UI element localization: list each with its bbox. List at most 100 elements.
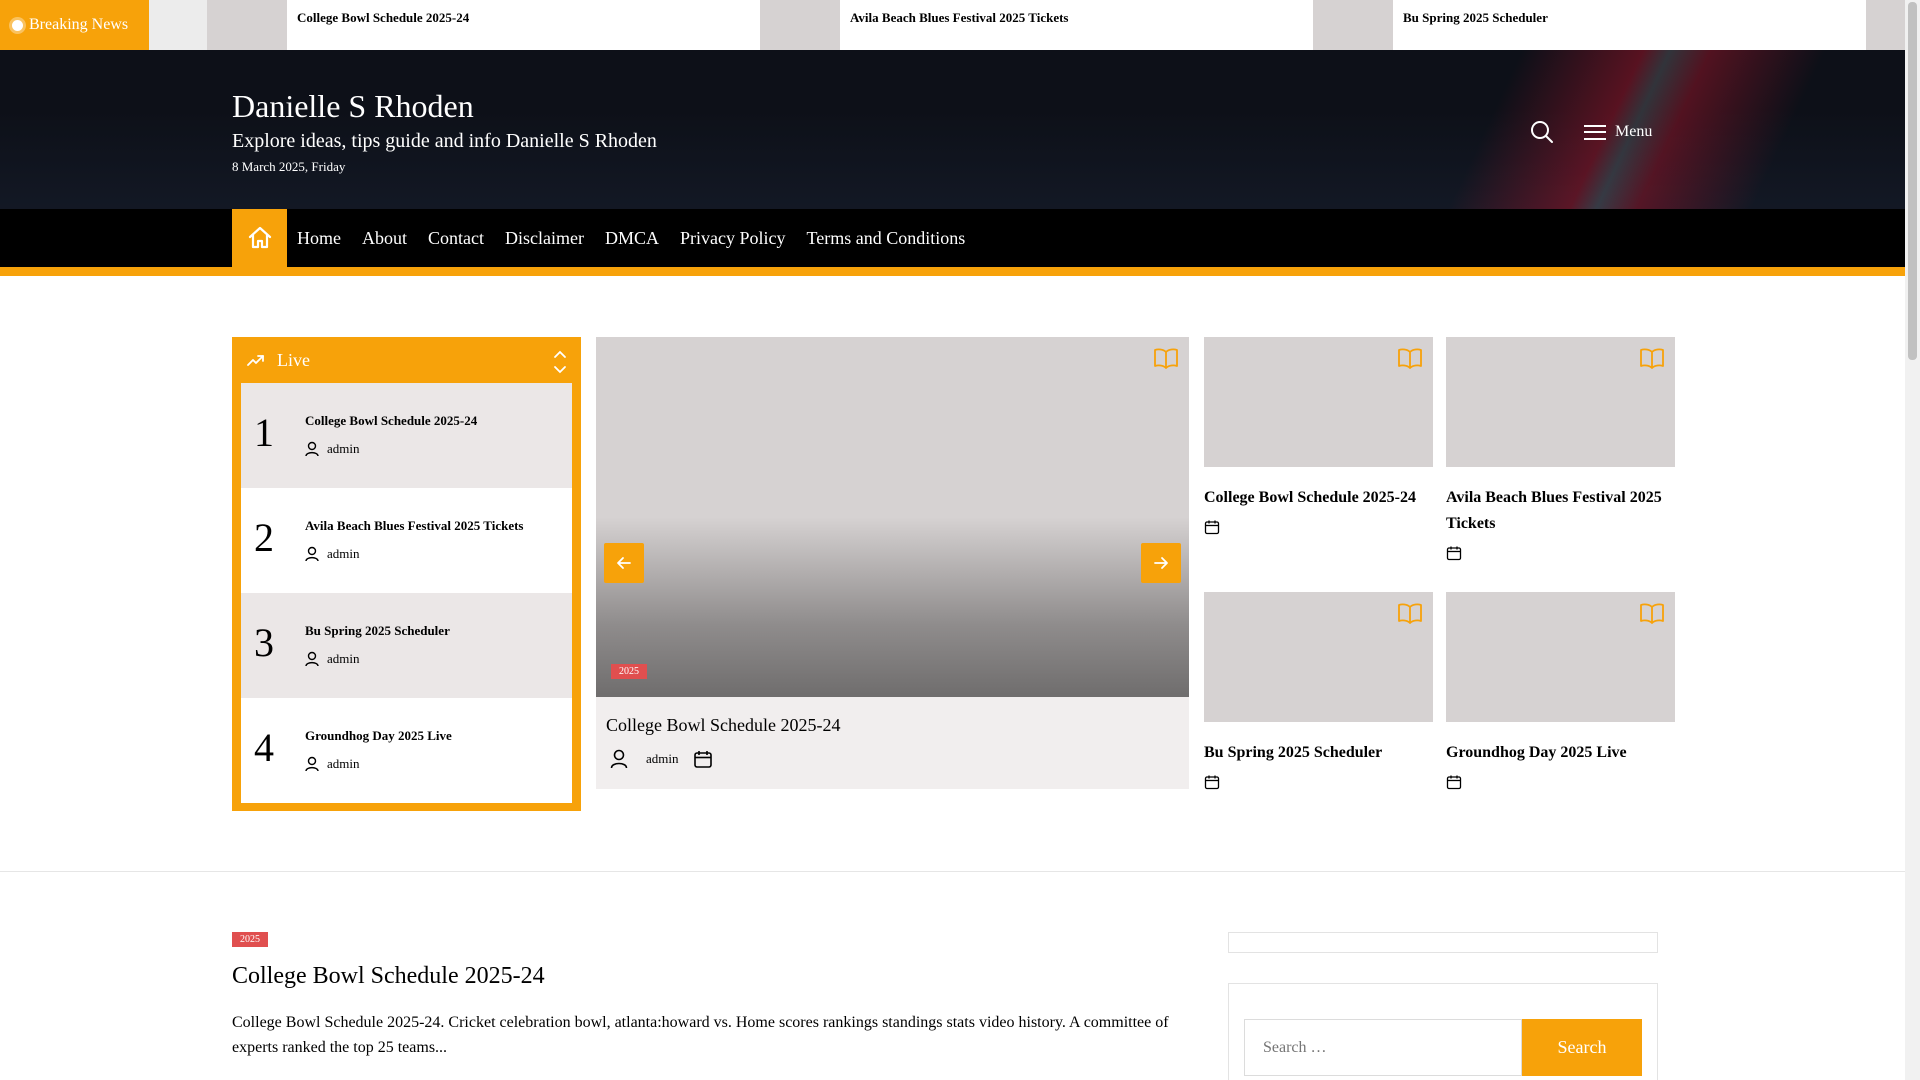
chevron-up-down-icon[interactable] xyxy=(552,349,568,375)
user-icon xyxy=(305,546,319,562)
ticker-item-title[interactable]: College Bowl Schedule 2025-24 xyxy=(297,10,469,26)
post-card-title[interactable]: Avila Beach Blues Festival 2025 Tickets xyxy=(1446,485,1675,537)
post-card-title[interactable]: Groundhog Day 2025 Live xyxy=(1446,740,1675,766)
hamburger-icon xyxy=(1584,124,1606,140)
home-icon xyxy=(248,226,271,249)
article-title[interactable]: College Bowl Schedule 2025-24 xyxy=(232,963,545,990)
list-item[interactable]: 3 Bu Spring 2025 Scheduler admin xyxy=(241,593,572,698)
list-item[interactable]: 2 Avila Beach Blues Festival 2025 Ticket… xyxy=(241,488,572,593)
live-item-title[interactable]: Avila Beach Blues Festival 2025 Tickets xyxy=(305,518,523,534)
live-panel: Live 1 College Bowl Schedule 2025-24 adm… xyxy=(232,337,581,811)
slider-next-button[interactable] xyxy=(1141,543,1181,583)
live-item-number: 4 xyxy=(254,725,274,770)
live-item-title[interactable]: Bu Spring 2025 Scheduler xyxy=(305,623,450,639)
menu-button[interactable]: Menu xyxy=(1584,120,1652,144)
featured-image[interactable] xyxy=(596,337,1189,697)
book-open-icon xyxy=(1640,603,1664,624)
arrow-left-icon xyxy=(617,557,631,569)
post-card-date xyxy=(1446,545,1675,566)
user-icon xyxy=(305,651,319,667)
user-icon xyxy=(610,749,628,769)
scrollbar-thumb[interactable] xyxy=(1908,2,1917,360)
ticker-thumbnail[interactable] xyxy=(1866,0,1905,50)
calendar-icon xyxy=(1446,775,1462,790)
post-card: Bu Spring 2025 Scheduler xyxy=(1204,592,1433,795)
live-item-number: 3 xyxy=(254,620,274,665)
post-card-date xyxy=(1204,774,1433,795)
post-card-date xyxy=(1204,519,1433,540)
ticker-thumbnail[interactable] xyxy=(1313,0,1393,50)
site-title[interactable]: Danielle S Rhoden xyxy=(232,88,474,125)
live-item-title[interactable]: College Bowl Schedule 2025-24 xyxy=(305,413,477,429)
search-button[interactable]: Search xyxy=(1522,1019,1642,1076)
calendar-icon xyxy=(1446,546,1462,561)
live-item-author[interactable]: admin xyxy=(305,546,360,562)
nav-item-contact[interactable]: Contact xyxy=(428,228,484,249)
arrow-right-icon xyxy=(1154,557,1168,569)
post-card-image[interactable] xyxy=(1446,337,1675,467)
header-search-button[interactable] xyxy=(1528,118,1556,146)
live-item-author[interactable]: admin xyxy=(305,756,360,772)
nav-item-dmca[interactable]: DMCA xyxy=(605,228,659,249)
read-later-button[interactable] xyxy=(1397,602,1423,629)
live-panel-scroll-controls[interactable] xyxy=(552,349,568,375)
featured-author[interactable]: admin xyxy=(646,751,679,767)
live-item-author[interactable]: admin xyxy=(305,441,360,457)
calendar-icon xyxy=(1204,520,1220,535)
sidebar-widget xyxy=(1228,932,1658,953)
article-excerpt: College Bowl Schedule 2025-24. Cricket c… xyxy=(232,1014,1169,1056)
live-item-number: 2 xyxy=(254,515,274,560)
nav-accent-bar xyxy=(0,267,1905,276)
nav-item-home[interactable]: Home xyxy=(297,228,341,249)
live-panel-title: Live xyxy=(277,349,310,370)
featured-slider: 2025 College Bowl Schedule 2025-24 admin xyxy=(596,337,1189,789)
book-open-icon xyxy=(1154,348,1178,369)
read-later-button[interactable] xyxy=(1639,347,1665,374)
pulse-dot-icon xyxy=(12,19,23,31)
calendar-icon xyxy=(693,751,712,768)
post-card-image[interactable] xyxy=(1204,337,1433,467)
post-card-title[interactable]: College Bowl Schedule 2025-24 xyxy=(1204,485,1433,511)
list-item[interactable]: 4 Groundhog Day 2025 Live admin xyxy=(241,698,572,803)
nav-home-button[interactable] xyxy=(232,209,287,267)
slider-prev-button[interactable] xyxy=(604,543,644,583)
list-item[interactable]: 1 College Bowl Schedule 2025-24 admin xyxy=(241,383,572,488)
live-item-author[interactable]: admin xyxy=(305,651,360,667)
book-open-icon xyxy=(1640,348,1664,369)
section-divider xyxy=(0,871,1905,872)
ticker-thumbnail[interactable] xyxy=(207,0,287,50)
post-card-date xyxy=(1446,774,1675,795)
featured-title[interactable]: College Bowl Schedule 2025-24 xyxy=(606,715,840,736)
ticker-item[interactable]: College Bowl Schedule 2025-24 xyxy=(207,0,760,50)
live-item-number: 1 xyxy=(254,410,274,455)
search-input[interactable] xyxy=(1244,1019,1522,1076)
ticker-item[interactable]: Avila Beach Blues Festival 2025 Tickets xyxy=(760,0,1313,50)
category-tag[interactable]: 2025 xyxy=(232,932,268,947)
trending-icon xyxy=(247,355,264,366)
post-card: Groundhog Day 2025 Live xyxy=(1446,592,1675,795)
ticker-item-title[interactable]: Avila Beach Blues Festival 2025 Tickets xyxy=(850,10,1068,26)
post-card-title[interactable]: Bu Spring 2025 Scheduler xyxy=(1204,740,1433,766)
post-card: College Bowl Schedule 2025-24 xyxy=(1204,337,1433,540)
nav-item-about[interactable]: About xyxy=(362,228,407,249)
page-scrollbar[interactable] xyxy=(1905,0,1920,1080)
post-card-image[interactable] xyxy=(1446,592,1675,722)
primary-navigation: Home About Contact Disclaimer DMCA Priva… xyxy=(0,209,1905,267)
nav-item-privacy-policy[interactable]: Privacy Policy xyxy=(680,228,786,249)
nav-item-disclaimer[interactable]: Disclaimer xyxy=(505,228,584,249)
ticker-item[interactable] xyxy=(1866,0,1905,50)
nav-item-terms[interactable]: Terms and Conditions xyxy=(807,228,966,249)
ticker-item-title[interactable]: Bu Spring 2025 Scheduler xyxy=(1403,10,1548,26)
ticker-thumbnail[interactable] xyxy=(760,0,840,50)
user-icon xyxy=(305,756,319,772)
read-later-button[interactable] xyxy=(1153,347,1179,374)
category-tag[interactable]: 2025 xyxy=(611,664,647,679)
live-item-title[interactable]: Groundhog Day 2025 Live xyxy=(305,728,452,744)
site-description: Explore ideas, tips guide and info Danie… xyxy=(232,130,657,152)
read-later-button[interactable] xyxy=(1639,602,1665,629)
ticker-item[interactable]: Bu Spring 2025 Scheduler xyxy=(1313,0,1866,50)
live-panel-header: Live xyxy=(232,337,581,383)
read-later-button[interactable] xyxy=(1397,347,1423,374)
post-card-image[interactable] xyxy=(1204,592,1433,722)
live-list: 1 College Bowl Schedule 2025-24 admin 2 … xyxy=(241,383,572,803)
